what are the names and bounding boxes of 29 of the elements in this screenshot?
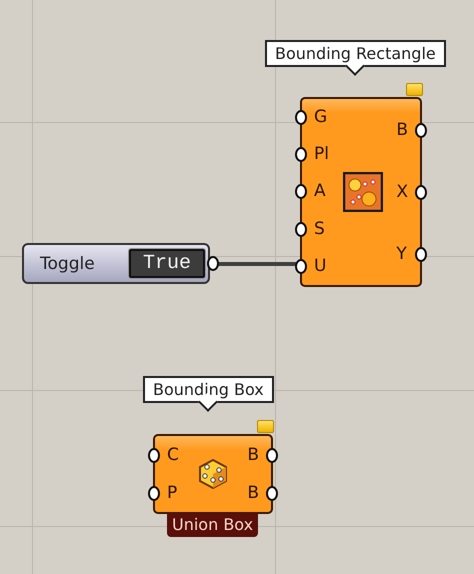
input-label: Pl <box>314 146 329 164</box>
component-node[interactable]: G Pl A S U B X Y <box>300 97 422 287</box>
input-label: P <box>167 484 178 502</box>
output-label: Y <box>396 246 408 262</box>
output-label: B <box>247 446 259 464</box>
tooltip: Bounding Box <box>143 376 274 403</box>
input-port[interactable] <box>148 448 160 462</box>
input-port[interactable] <box>295 258 307 274</box>
component-node[interactable]: C P B B <box>153 434 273 514</box>
input-label: G <box>314 109 328 126</box>
boolean-toggle[interactable]: Toggle True <box>22 243 210 284</box>
input-label: C <box>167 446 179 464</box>
input-port[interactable] <box>148 486 160 500</box>
toggle-value[interactable]: True <box>128 249 205 278</box>
output-label: B <box>247 484 259 502</box>
output-label: B <box>396 122 408 138</box>
input-port[interactable] <box>295 222 307 237</box>
input-label: S <box>314 220 326 238</box>
input-port[interactable] <box>295 184 307 200</box>
cube-icon <box>197 458 230 490</box>
input-port[interactable] <box>295 110 307 126</box>
tooltip: Bounding Rectangle <box>265 40 446 67</box>
output-label: X <box>396 184 408 200</box>
toggle-label: Toggle <box>40 254 95 274</box>
input-label: A <box>314 183 327 200</box>
component-icon <box>342 172 383 212</box>
input-label: U <box>314 258 328 275</box>
component-caption: Union Box <box>167 513 258 537</box>
input-port[interactable] <box>295 147 307 162</box>
